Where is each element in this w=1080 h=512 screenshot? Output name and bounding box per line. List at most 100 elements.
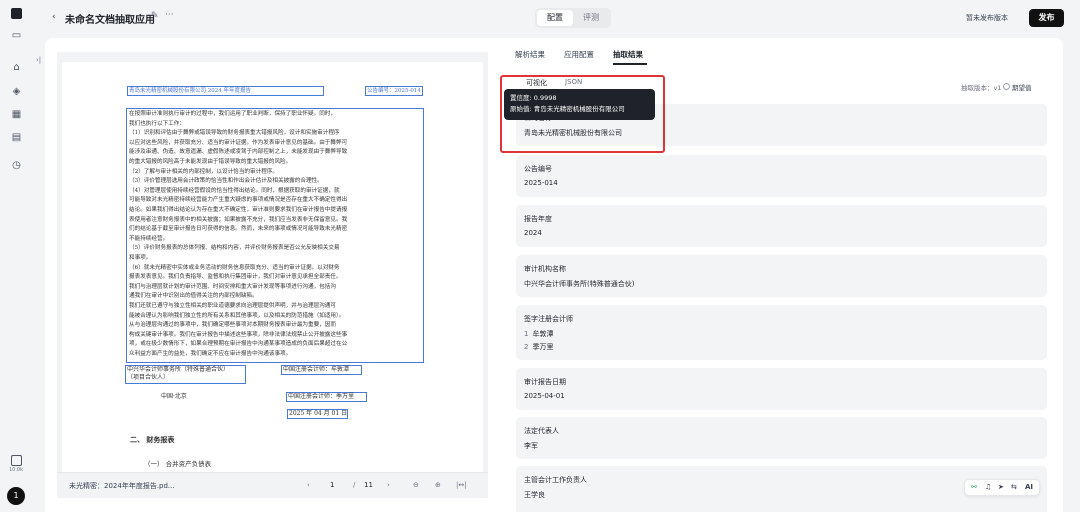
unpublished-version-button[interactable]: 暂未发布版本: [966, 13, 1008, 23]
doc-line: （5）评价财务报表的总体列报、结构和内容，并评价财务报表是否公允反映相关交易: [129, 245, 340, 252]
sidebar-toggle-icon[interactable]: ▭: [11, 30, 22, 41]
grid-icon[interactable]: ▦: [11, 109, 22, 120]
doc-line: 项，或在极少数情形下，如果合理预期在审计报告中沟通某事项造成的负面后果超过在公: [129, 341, 348, 348]
link-icon[interactable]: ⚯: [971, 483, 977, 491]
cube-icon[interactable]: ◈: [11, 86, 22, 97]
top-bar: ‹ 未命名文档抽取应用 ✎ ··· 配置 评测 暂未发布版本 发布: [32, 0, 1080, 36]
expand-sidebar-icon[interactable]: ›|: [36, 56, 41, 64]
doc-line: 的重大错报的风险高于未能发现由于错误导致的重大错报的风险。: [129, 159, 292, 165]
document-page: 青岛未光精密机械股份有限公司 2024 年年度报告 公告编号：2025-014 …: [62, 62, 483, 482]
doc-line: （4）对管理层使用持续经营假设的恰当性得出结论。同时，根据获取的审计证据，就: [129, 187, 340, 194]
doc-line: 我们还就已遵守与独立性相关的职业道德要求向治理层提供声明，并与治理层沟通可: [129, 303, 336, 309]
field-value: 2025-04-01: [524, 392, 565, 400]
field-value: 2024: [524, 229, 542, 237]
tooltip-confidence: 置信度: 0.9998: [510, 94, 557, 102]
doc-header-left: 青岛未光精密机械股份有限公司 2024 年年度报告: [129, 88, 251, 94]
doc-line: （6）就未光精密中实体或业务活动的财务信息获取充分、适当的审计证据，以对财务: [129, 264, 340, 271]
doc-line: 构成关键审计事项。我们在审计报告中描述这些事项，除非法律法规禁止公开披露这些事: [129, 331, 348, 338]
expect-label: 期望值: [1012, 84, 1032, 92]
field-label: 审计报告日期: [524, 378, 566, 386]
field-report-date[interactable]: 审计报告日期 2025-04-01: [516, 368, 1047, 410]
page-current[interactable]: 1: [330, 481, 334, 489]
tab-parse-result[interactable]: 解析结果: [515, 49, 545, 60]
app-title: 未命名文档抽取应用: [65, 15, 155, 26]
doc-line: 和事项。: [129, 255, 152, 261]
field-label: 签字注册会计师: [524, 315, 573, 323]
tab-evaluate[interactable]: 评测: [573, 10, 609, 26]
field-label: 审计机构名称: [524, 265, 566, 273]
doc-line: 以应对这些风险，并获取充分、适当的审计证据，作为发表审计意见的基础。由于舞弊可: [129, 139, 348, 146]
edit-icon[interactable]: ✎: [151, 11, 159, 21]
doc-city: 中国·北京: [161, 393, 187, 400]
doc-line: （1）识别和评估由于舞弊或错误导致的财务报表重大错报风险，设计和实施审计程序: [129, 130, 340, 137]
zoom-out-icon[interactable]: ⊖: [413, 481, 419, 489]
field-value: 中兴华会计师事务所(特殊普通合伙): [524, 280, 635, 288]
active-tab-indicator: [613, 63, 647, 65]
field-label: 法定代表人: [524, 427, 559, 435]
doc-date: 2025 年 04 月 01 日: [289, 410, 348, 417]
doc-section: 二、 财务报表: [130, 436, 175, 444]
send-icon[interactable]: ➤: [998, 483, 1004, 491]
confidence-tooltip: 置信度: 0.9998 原始值: 青岛未光精密机械股份有限公司: [504, 89, 655, 120]
zoom-in-icon[interactable]: ⊕: [435, 481, 441, 489]
doc-line: 我们也执行以下工作：: [129, 120, 185, 127]
tab-config[interactable]: 配置: [537, 10, 573, 26]
tooltip-raw-value: 原始值: 青岛未光精密机械股份有限公司: [510, 105, 625, 113]
doc-line: （2）了解与审计相关的内部控制，以设计恰当的审计程序。: [129, 168, 278, 175]
doc-line: 众利益方面产生的益处，我们确定不应在审计报告中沟通该事项。: [129, 351, 292, 357]
floating-toolbox: ⚯ ♫ ➤ ⇆ AI: [964, 479, 1040, 496]
version-icon: [11, 455, 22, 466]
doc-line: 我们与治理层就计划的审计范围、时间安排和重大审计发现等事项进行沟通，包括沟: [129, 283, 336, 290]
prev-page-icon[interactable]: ‹: [307, 481, 310, 489]
doc-line: 们的结论基于截至审计报告日可获得的信息。然而，未来的事项或情况可能导致未光精密: [129, 226, 348, 233]
file-name: 未光精密：2024年年度报告.pd...: [69, 482, 175, 490]
doc-cpa2: 中国注册会计师：季万里: [288, 393, 355, 400]
doc-line: 报表发表意见。我们负责指导、监督和执行集团审计，我们对审计意见承担全部责任。: [129, 274, 342, 281]
avatar[interactable]: 1: [7, 487, 25, 505]
viewer-footer: 未光精密：2024年年度报告.pd... ‹ 1 / 11 › ⊖ ⊕ |↔|: [57, 472, 488, 498]
field-label: 公告编号: [524, 165, 552, 173]
app-logo: [11, 8, 22, 19]
translate-icon[interactable]: ⇆: [1011, 483, 1017, 491]
doc-line: 不能持续经营。: [129, 235, 169, 242]
field-report-year[interactable]: 报告年度 2024: [516, 205, 1047, 247]
fit-width-icon[interactable]: |↔|: [456, 481, 467, 489]
tab-extract-result[interactable]: 抽取结果: [613, 49, 643, 60]
publish-button[interactable]: 发布: [1029, 9, 1064, 27]
doc-line: 结论。如果我们得出结论认为存在重大不确定性，审计准则要求我们在审计报告中提请报: [129, 207, 348, 213]
field-legal-rep[interactable]: 法定代表人 李军: [516, 417, 1047, 459]
clipboard-icon[interactable]: ▤: [11, 132, 22, 143]
tab-app-config[interactable]: 应用配置: [564, 49, 594, 60]
field-audit-firm[interactable]: 审计机构名称 中兴华会计师事务所(特殊普通合伙): [516, 255, 1047, 297]
list-item: 2 季万里: [524, 343, 554, 351]
more-icon[interactable]: ···: [165, 10, 174, 20]
doc-line: 能涉及串通、伪造、故意遗漏、虚假陈述或凌驾于内部控制之上，未能发现由于舞弊导致: [129, 149, 348, 156]
left-rail: ▭ ⌂ ◈ ▦ ▤ ◷ 10.0k 1: [0, 0, 32, 512]
doc-header-right: 公告编号：2025-014: [367, 88, 421, 94]
doc-firm-line2: （项目合伙人）: [127, 374, 170, 381]
field-label: 报告年度: [524, 215, 552, 223]
history-icon[interactable]: ◷: [11, 160, 22, 171]
mode-switch: 配置 评测: [535, 8, 611, 28]
field-signing-cpa[interactable]: 签字注册会计师 1 牟敦潭 2 季万里: [516, 305, 1047, 360]
document-viewer: 青岛未光精密机械股份有限公司 2024 年年度报告 公告编号：2025-014 …: [57, 52, 488, 498]
list-item: 1 牟敦潭: [524, 330, 554, 338]
page-sep: /: [353, 481, 356, 489]
mic-icon[interactable]: ♫: [985, 483, 991, 491]
doc-line: 在按照审计准则执行审计的过程中，我们运用了职业判断，保持了职业怀疑。同时，: [129, 111, 336, 117]
extract-version-select[interactable]: 抽取版本：v1: [961, 82, 1001, 92]
doc-line: 可能导致对未光精密持续经营能力产生重大疑虑的事项或情况是否存在重大不确定性得出: [129, 197, 348, 204]
ai-icon[interactable]: AI: [1025, 483, 1033, 491]
page-total: 11: [364, 481, 373, 489]
doc-line: 能被合理认为影响我们独立性的所有关系和其他事项，以及相关的防范措施（如适用）。: [129, 312, 345, 319]
field-announcement-no[interactable]: 公告编号 2025-014: [516, 155, 1047, 197]
field-label: 主管会计工作负责人: [524, 476, 587, 484]
field-value: 2025-014: [524, 179, 558, 187]
field-value: 王学良: [524, 491, 545, 499]
home-icon[interactable]: ⌂: [11, 62, 22, 73]
expect-radio[interactable]: [1003, 83, 1010, 90]
next-page-icon[interactable]: ›: [387, 481, 390, 489]
doc-line: 通我们在审计中识别出的值得关注的内部控制缺陷。: [129, 293, 258, 300]
doc-line: 表使用者注意财务报表中的相关披露；如果披露不充分，我们应当发表非无保留意见。我: [129, 216, 348, 223]
chevron-left-icon[interactable]: ‹: [52, 12, 56, 22]
